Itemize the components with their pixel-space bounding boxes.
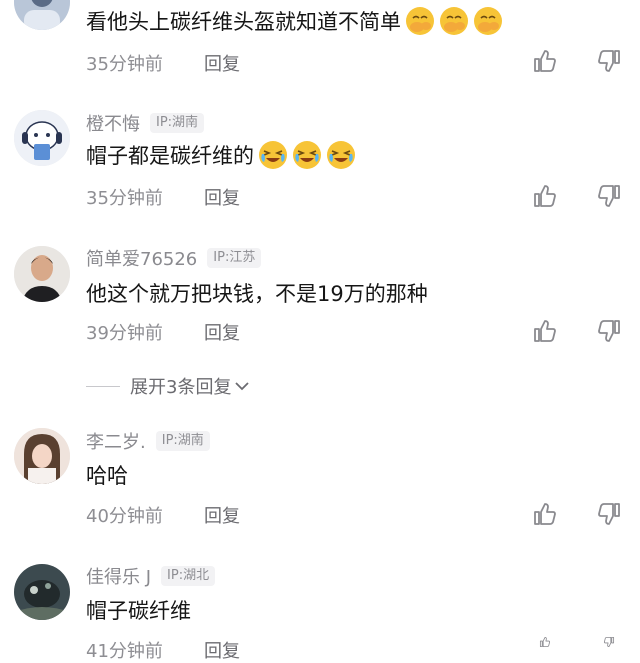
divider-line [86,385,120,387]
avatar[interactable] [14,428,70,484]
thumbs-up-icon[interactable] [532,501,558,527]
thumbs-down-icon[interactable] [596,318,622,344]
ip-badge: IP:湖南 [155,431,210,451]
comment-text: 帽子都是碳纤维的 [86,140,360,170]
ip-badge: IP:湖南 [150,113,205,133]
laughing-crying-emoji [326,140,356,170]
comment-meta: 李二岁. IP:湖南 [86,428,210,454]
thumbs-up-icon[interactable] [532,48,558,74]
comment-meta: 佳得乐 J IP:湖北 [86,563,216,589]
reply-button[interactable]: 回复 [204,502,240,528]
thumbs-down-icon[interactable] [596,183,622,209]
emoji-group [258,140,360,170]
comment-meta: 简单爱76526 IP:江苏 [86,245,262,271]
thumbs-down-icon[interactable] [596,501,622,527]
comment-time: 41分钟前 [86,641,163,662]
emoji-group [405,6,507,36]
reply-button[interactable]: 回复 [204,50,240,76]
thumbs-down-icon[interactable] [596,622,622,648]
laughing-crying-emoji [292,140,322,170]
expand-replies-button[interactable]: 展开3条回复 [86,374,251,398]
thumbs-up-icon[interactable] [532,318,558,344]
username[interactable]: 李二岁. [86,428,146,454]
avatar[interactable] [14,0,70,30]
covering-face-emoji [405,6,435,36]
comment-time: 39分钟前 [86,323,163,344]
comment-text: 他这个就万把块钱，不是19万的那种 [86,282,428,306]
avatar[interactable] [14,564,70,620]
laughing-crying-emoji [258,140,288,170]
username[interactable]: 佳得乐 J [86,563,151,589]
comment-time: 35分钟前 [86,188,163,209]
chevron-down-icon [235,382,250,391]
thumbs-down-icon[interactable] [596,48,622,74]
ip-badge: IP:江苏 [207,248,262,268]
thumbs-up-icon[interactable] [532,622,558,648]
comment-text: 哈哈 [86,464,128,488]
reply-button[interactable]: 回复 [204,319,240,345]
covering-face-emoji [473,6,503,36]
comment-time: 40分钟前 [86,506,163,527]
username[interactable]: 橙不悔 [86,110,140,136]
comment-time: 35分钟前 [86,54,163,75]
reply-button[interactable]: 回复 [204,637,240,663]
avatar[interactable] [14,110,70,166]
avatar[interactable] [14,246,70,302]
username[interactable]: 简单爱76526 [86,245,197,271]
comment-text: 看他头上碳纤维头盔就知道不简单 [86,6,507,36]
comment-text: 帽子碳纤维 [86,599,191,623]
comment-meta: 橙不悔 IP:湖南 [86,110,205,136]
ip-badge: IP:湖北 [161,566,216,586]
covering-face-emoji [439,6,469,36]
expand-replies-label: 展开3条回复 [130,377,232,398]
thumbs-up-icon[interactable] [532,183,558,209]
reply-button[interactable]: 回复 [204,184,240,210]
